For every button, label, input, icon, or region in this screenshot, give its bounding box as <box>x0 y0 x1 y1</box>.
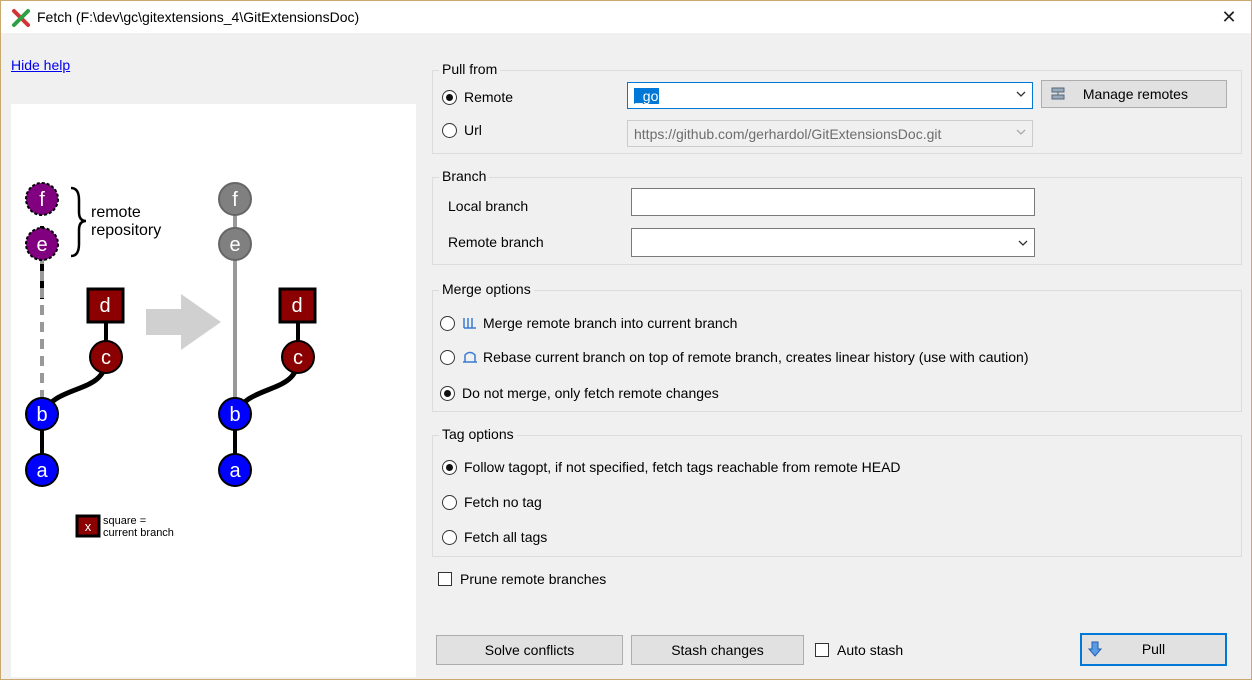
remotes-icon <box>1051 87 1065 100</box>
pull-label: Pull <box>1141 641 1166 657</box>
rebase-radio[interactable]: Rebase current branch on top of remote b… <box>440 349 1029 365</box>
commit-label: a <box>36 460 48 482</box>
commit-label: d <box>291 295 302 317</box>
brace-icon <box>70 186 87 258</box>
commit-label: f <box>232 189 238 211</box>
remote-select-value-wrap: _go <box>634 88 660 104</box>
remote-branch-select[interactable] <box>631 228 1035 257</box>
commit-label: b <box>36 404 47 426</box>
legend-line1: square = <box>103 515 146 527</box>
checkbox-indicator <box>438 572 452 586</box>
commit-label: c <box>101 347 111 369</box>
remote-branch-label: Remote branch <box>448 234 544 250</box>
url-radio[interactable]: Url <box>442 122 482 138</box>
merge-radio[interactable]: Merge remote branch into current branch <box>440 315 737 331</box>
commit-label: d <box>99 295 110 317</box>
stash-changes-button[interactable]: Stash changes <box>631 635 804 665</box>
radio-indicator <box>440 385 455 401</box>
help-panel: Hide help f e d c b a remote repository … <box>2 33 417 679</box>
fetch-only-radio[interactable]: Do not merge, only fetch remote changes <box>440 385 719 401</box>
remote-radio-label: Remote <box>464 89 514 105</box>
radio-indicator <box>442 122 457 138</box>
remote-select[interactable]: _go <box>627 82 1033 109</box>
radio-indicator <box>440 349 455 365</box>
checkbox-indicator <box>815 643 829 657</box>
stash-changes-label: Stash changes <box>671 642 764 658</box>
fetch-no-tag-radio[interactable]: Fetch no tag <box>442 494 542 510</box>
chevron-down-icon <box>1018 240 1028 246</box>
rebase-option-label: Rebase current branch on top of remote b… <box>483 349 1029 365</box>
fetch-all-tags-label: Fetch all tags <box>464 529 548 545</box>
solve-conflicts-button[interactable]: Solve conflicts <box>436 635 623 665</box>
tag-options-group: Tag options <box>432 426 1242 557</box>
tag-options-title: Tag options <box>439 426 517 442</box>
legend-line2: current branch <box>103 527 174 539</box>
fetch-no-tag-label: Fetch no tag <box>464 494 542 510</box>
remote-radio[interactable]: Remote <box>442 89 513 105</box>
legend-box-label: x <box>85 519 92 534</box>
commit-label: a <box>229 460 241 482</box>
follow-tagopt-label: Follow tagopt, if not specified, fetch t… <box>464 459 901 475</box>
local-branch-label: Local branch <box>448 198 529 214</box>
hide-help-link[interactable]: Hide help <box>11 57 70 73</box>
prune-remote-branches-checkbox[interactable]: Prune remote branches <box>438 571 606 587</box>
radio-indicator <box>442 529 457 545</box>
commit-label: b <box>229 404 240 426</box>
commit-label: c <box>293 347 303 369</box>
arrow-right-icon <box>146 294 221 350</box>
fetch-all-tags-radio[interactable]: Fetch all tags <box>442 529 547 545</box>
merge-options-title: Merge options <box>439 281 534 297</box>
chevron-down-icon <box>1016 91 1026 97</box>
branch-title: Branch <box>439 168 490 184</box>
manage-remotes-label: Manage remotes <box>1082 86 1188 102</box>
url-radio-label: Url <box>464 122 482 138</box>
auto-stash-label: Auto stash <box>837 642 904 658</box>
pull-from-title: Pull from <box>439 61 501 77</box>
url-select[interactable]: https://github.com/gerhardol/GitExtensio… <box>627 120 1033 147</box>
merge-icon <box>463 318 476 329</box>
commit-label: f <box>39 189 45 211</box>
git-extensions-logo-icon <box>12 9 30 27</box>
radio-indicator <box>442 89 457 105</box>
remote-select-value: _go <box>634 88 660 104</box>
auto-stash-checkbox[interactable]: Auto stash <box>815 642 903 658</box>
manage-remotes-button[interactable]: Manage remotes <box>1041 80 1227 108</box>
merge-option-label: Merge remote branch into current branch <box>483 315 738 331</box>
rebase-icon <box>463 351 477 363</box>
local-branch-input[interactable] <box>631 188 1035 216</box>
window-title: Fetch (F:\dev\gc\gitextensions_4\GitExte… <box>37 9 360 25</box>
prune-label: Prune remote branches <box>460 571 607 587</box>
commit-label: e <box>229 234 240 256</box>
fetch-dialog: Fetch (F:\dev\gc\gitextensions_4\GitExte… <box>0 0 1252 680</box>
pull-arrow-icon <box>1087 641 1103 657</box>
follow-tagopt-radio[interactable]: Follow tagopt, if not specified, fetch t… <box>442 459 901 475</box>
brace-label-line2: repository <box>91 222 161 239</box>
brace-label-line1: remote <box>91 204 141 221</box>
radio-indicator <box>442 459 457 475</box>
git-graph-illustration: f e d c b a remote repository f e d c b … <box>25 182 317 539</box>
fetch-only-option-label: Do not merge, only fetch remote changes <box>462 385 719 401</box>
title-bar: Fetch (F:\dev\gc\gitextensions_4\GitExte… <box>1 1 1251 33</box>
url-select-value: https://github.com/gerhardol/GitExtensio… <box>634 126 942 142</box>
pull-button[interactable]: Pull <box>1080 633 1227 666</box>
close-button[interactable]: ✕ <box>1207 1 1251 33</box>
commit-label: e <box>36 234 47 256</box>
radio-indicator <box>440 315 455 331</box>
help-diagram: f e d c b a remote repository f e d c b … <box>11 104 416 677</box>
solve-conflicts-label: Solve conflicts <box>484 642 575 658</box>
radio-indicator <box>442 494 457 510</box>
chevron-down-icon <box>1016 129 1026 135</box>
